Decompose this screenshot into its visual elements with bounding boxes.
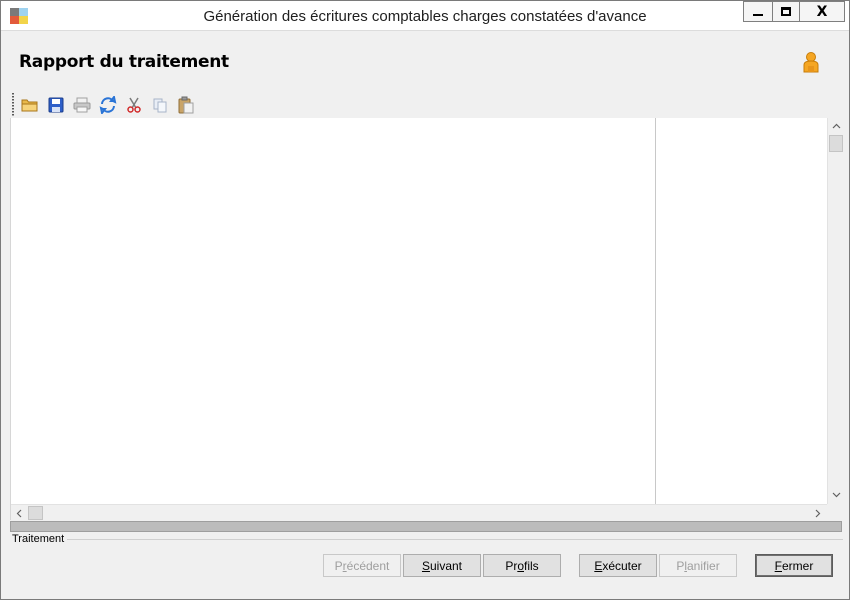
chevron-down-icon bbox=[832, 492, 840, 498]
paste-button[interactable] bbox=[176, 95, 196, 115]
close-dialog-button-label-post: ermer bbox=[782, 558, 814, 573]
user-icon[interactable] bbox=[801, 51, 821, 73]
profiles-button[interactable]: Pr o fils bbox=[483, 554, 561, 577]
next-button[interactable]: Suivant bbox=[403, 554, 481, 577]
open-folder-button[interactable] bbox=[20, 95, 40, 115]
print-button[interactable] bbox=[72, 95, 92, 115]
vertical-scrollbar[interactable] bbox=[827, 118, 843, 504]
execute-button-accesskey: E bbox=[594, 558, 603, 573]
next-button-label-post: uivant bbox=[429, 558, 463, 573]
minimize-button[interactable] bbox=[743, 1, 773, 22]
scrollbar-corner bbox=[827, 504, 843, 520]
profiles-button-label-pre: Pr bbox=[505, 558, 518, 573]
toolbar-grip[interactable] bbox=[12, 93, 14, 117]
pane-splitter[interactable] bbox=[655, 118, 656, 504]
print-icon bbox=[73, 97, 91, 113]
close-icon: X bbox=[816, 3, 828, 20]
chevron-right-icon bbox=[815, 509, 821, 517]
toolbar bbox=[12, 93, 212, 117]
window-title: Génération des écritures comptables char… bbox=[203, 8, 647, 25]
copy-icon bbox=[153, 98, 167, 113]
close-dialog-button-accesskey: F bbox=[774, 558, 782, 573]
save-icon bbox=[48, 97, 64, 113]
group-divider bbox=[67, 539, 843, 540]
previous-button-label-post: écédent bbox=[346, 558, 390, 573]
profiles-button-label-post: fils bbox=[524, 558, 539, 573]
cut-button[interactable] bbox=[124, 95, 144, 115]
schedule-button-label-pre: P bbox=[676, 558, 685, 573]
close-dialog-button[interactable]: Fermer bbox=[755, 554, 833, 577]
maximize-icon bbox=[781, 7, 791, 16]
page-title: Rapport du traitement bbox=[19, 52, 229, 72]
schedule-button[interactable]: Pl anifier bbox=[659, 554, 737, 577]
chevron-left-icon bbox=[16, 509, 22, 517]
profiles-button-accesskey: o bbox=[517, 558, 524, 573]
horizontal-scrollbar[interactable] bbox=[11, 504, 827, 520]
next-button-accesskey: S bbox=[421, 558, 430, 573]
previous-button-label-pre: P bbox=[334, 558, 343, 573]
cut-icon bbox=[127, 97, 141, 113]
title-bar[interactable]: Génération des écritures comptables char… bbox=[1, 1, 849, 31]
scroll-right-button[interactable] bbox=[810, 505, 826, 521]
chevron-up-icon bbox=[832, 123, 840, 129]
refresh-button[interactable] bbox=[98, 95, 118, 115]
progress-bar bbox=[10, 521, 842, 532]
horizontal-scroll-thumb[interactable] bbox=[28, 506, 43, 520]
main-window: Génération des écritures comptables char… bbox=[0, 0, 850, 600]
minimize-icon bbox=[753, 13, 763, 16]
scroll-left-button[interactable] bbox=[11, 505, 27, 521]
open-folder-icon bbox=[21, 99, 38, 112]
close-button[interactable]: X bbox=[799, 1, 845, 22]
execute-button[interactable]: Exécuter bbox=[579, 554, 657, 577]
maximize-button[interactable] bbox=[772, 1, 800, 22]
report-area[interactable] bbox=[10, 118, 843, 520]
paste-icon bbox=[178, 96, 194, 114]
refresh-icon bbox=[99, 96, 117, 114]
previous-button[interactable]: Pr écédent bbox=[323, 554, 401, 577]
schedule-button-label-post: anifier bbox=[687, 558, 720, 573]
copy-button[interactable] bbox=[150, 95, 170, 115]
scroll-up-button[interactable] bbox=[828, 118, 844, 134]
save-button[interactable] bbox=[46, 95, 66, 115]
vertical-scroll-thumb[interactable] bbox=[829, 135, 843, 152]
group-label: Traitement bbox=[12, 533, 65, 545]
scroll-down-button[interactable] bbox=[828, 487, 844, 503]
execute-button-label-post: xécuter bbox=[602, 558, 642, 573]
